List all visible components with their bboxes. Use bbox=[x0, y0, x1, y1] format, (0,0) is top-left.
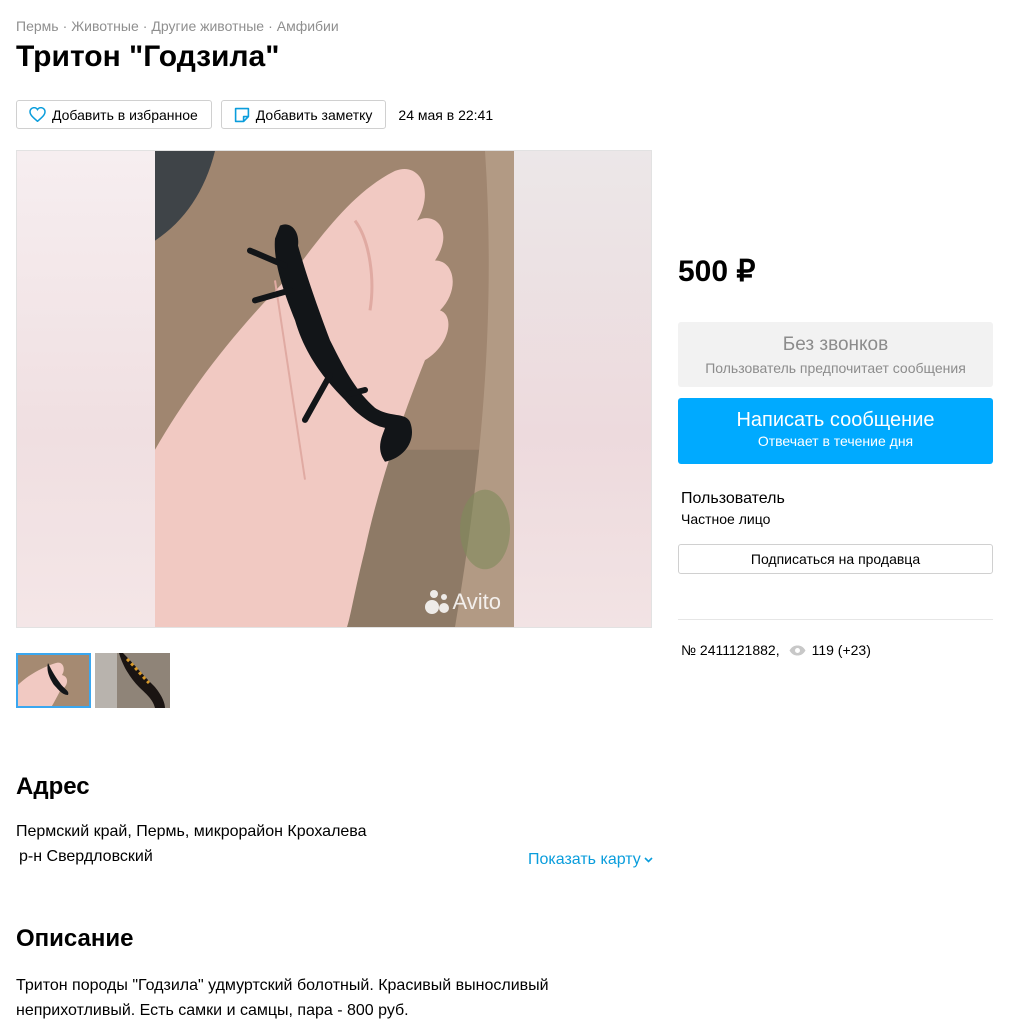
write-message-button[interactable]: Написать сообщение Отвечает в течение дн… bbox=[678, 398, 993, 464]
no-calls-notice: Без звонков Пользователь предпочитает со… bbox=[678, 322, 993, 387]
breadcrumb-item-amphibians[interactable]: Амфибии bbox=[277, 18, 339, 34]
address-heading: Адрес bbox=[16, 773, 90, 800]
avito-logo-icon bbox=[425, 590, 450, 614]
thumbnail-image bbox=[95, 653, 170, 708]
write-message-label: Написать сообщение bbox=[736, 409, 935, 431]
thumbnail-image bbox=[18, 655, 89, 706]
breadcrumb-separator: · bbox=[142, 18, 148, 34]
photo-blur-right bbox=[513, 151, 651, 627]
listing-actions: Добавить в избранное Добавить заметку 24… bbox=[16, 100, 493, 129]
subscribe-seller-button[interactable]: Подписаться на продавца bbox=[678, 544, 993, 574]
item-number: № 2411121882, bbox=[681, 642, 780, 658]
breadcrumb-separator: · bbox=[62, 18, 68, 34]
price: 500 ₽ bbox=[678, 255, 756, 288]
seller-name[interactable]: Пользователь bbox=[681, 490, 785, 508]
description-text: Тритон породы "Годзила" удмуртский болот… bbox=[16, 977, 549, 1019]
listing-meta: № 2411121882, 119 (+23) bbox=[681, 642, 871, 658]
breadcrumb-item-other-animals[interactable]: Другие животные bbox=[151, 18, 264, 34]
photo-blur-left bbox=[17, 151, 155, 627]
chevron-down-icon bbox=[644, 857, 653, 863]
view-count: 119 (+23) bbox=[811, 642, 871, 658]
breadcrumb-item-animals[interactable]: Животные bbox=[71, 18, 139, 34]
publish-date: 24 мая в 22:41 bbox=[398, 106, 494, 123]
watermark-text: Avito bbox=[452, 589, 501, 614]
response-time-label: Отвечает в течение дня bbox=[757, 433, 914, 449]
no-calls-subtitle: Пользователь предпочитает сообщения bbox=[705, 360, 966, 376]
no-calls-title: Без звонков bbox=[782, 334, 889, 355]
add-note-label: Добавить заметку bbox=[255, 106, 373, 123]
divider bbox=[678, 619, 993, 620]
add-to-favorites-label: Добавить в избранное bbox=[52, 106, 198, 123]
breadcrumb-item-city[interactable]: Пермь bbox=[16, 18, 59, 34]
add-note-button[interactable]: Добавить заметку bbox=[220, 100, 387, 129]
page-title: Тритон "Годзила" bbox=[16, 40, 280, 73]
newt-photo bbox=[155, 151, 514, 627]
heart-icon bbox=[29, 107, 46, 122]
seller-type: Частное лицо bbox=[681, 511, 771, 527]
address-line: Пермский край, Пермь, микрорайон Крохале… bbox=[16, 823, 367, 840]
show-map-link[interactable]: Показать карту bbox=[528, 851, 653, 869]
avito-watermark: Avito bbox=[422, 587, 501, 617]
district: р-н Свердловский bbox=[19, 848, 153, 865]
show-map-label: Показать карту bbox=[528, 851, 641, 868]
description-heading: Описание bbox=[16, 925, 134, 952]
breadcrumb-separator: · bbox=[268, 18, 273, 34]
breadcrumb: Пермь · Животные · Другие животные · Амфибии bbox=[16, 18, 339, 34]
eye-icon bbox=[789, 645, 806, 655]
add-to-favorites-button[interactable]: Добавить в избранное bbox=[16, 100, 212, 129]
main-photo[interactable]: Avito bbox=[16, 150, 652, 628]
thumbnail-strip bbox=[16, 653, 174, 708]
thumbnail-2[interactable] bbox=[95, 653, 170, 708]
thumbnail-1[interactable] bbox=[16, 653, 91, 708]
note-icon bbox=[234, 107, 249, 122]
